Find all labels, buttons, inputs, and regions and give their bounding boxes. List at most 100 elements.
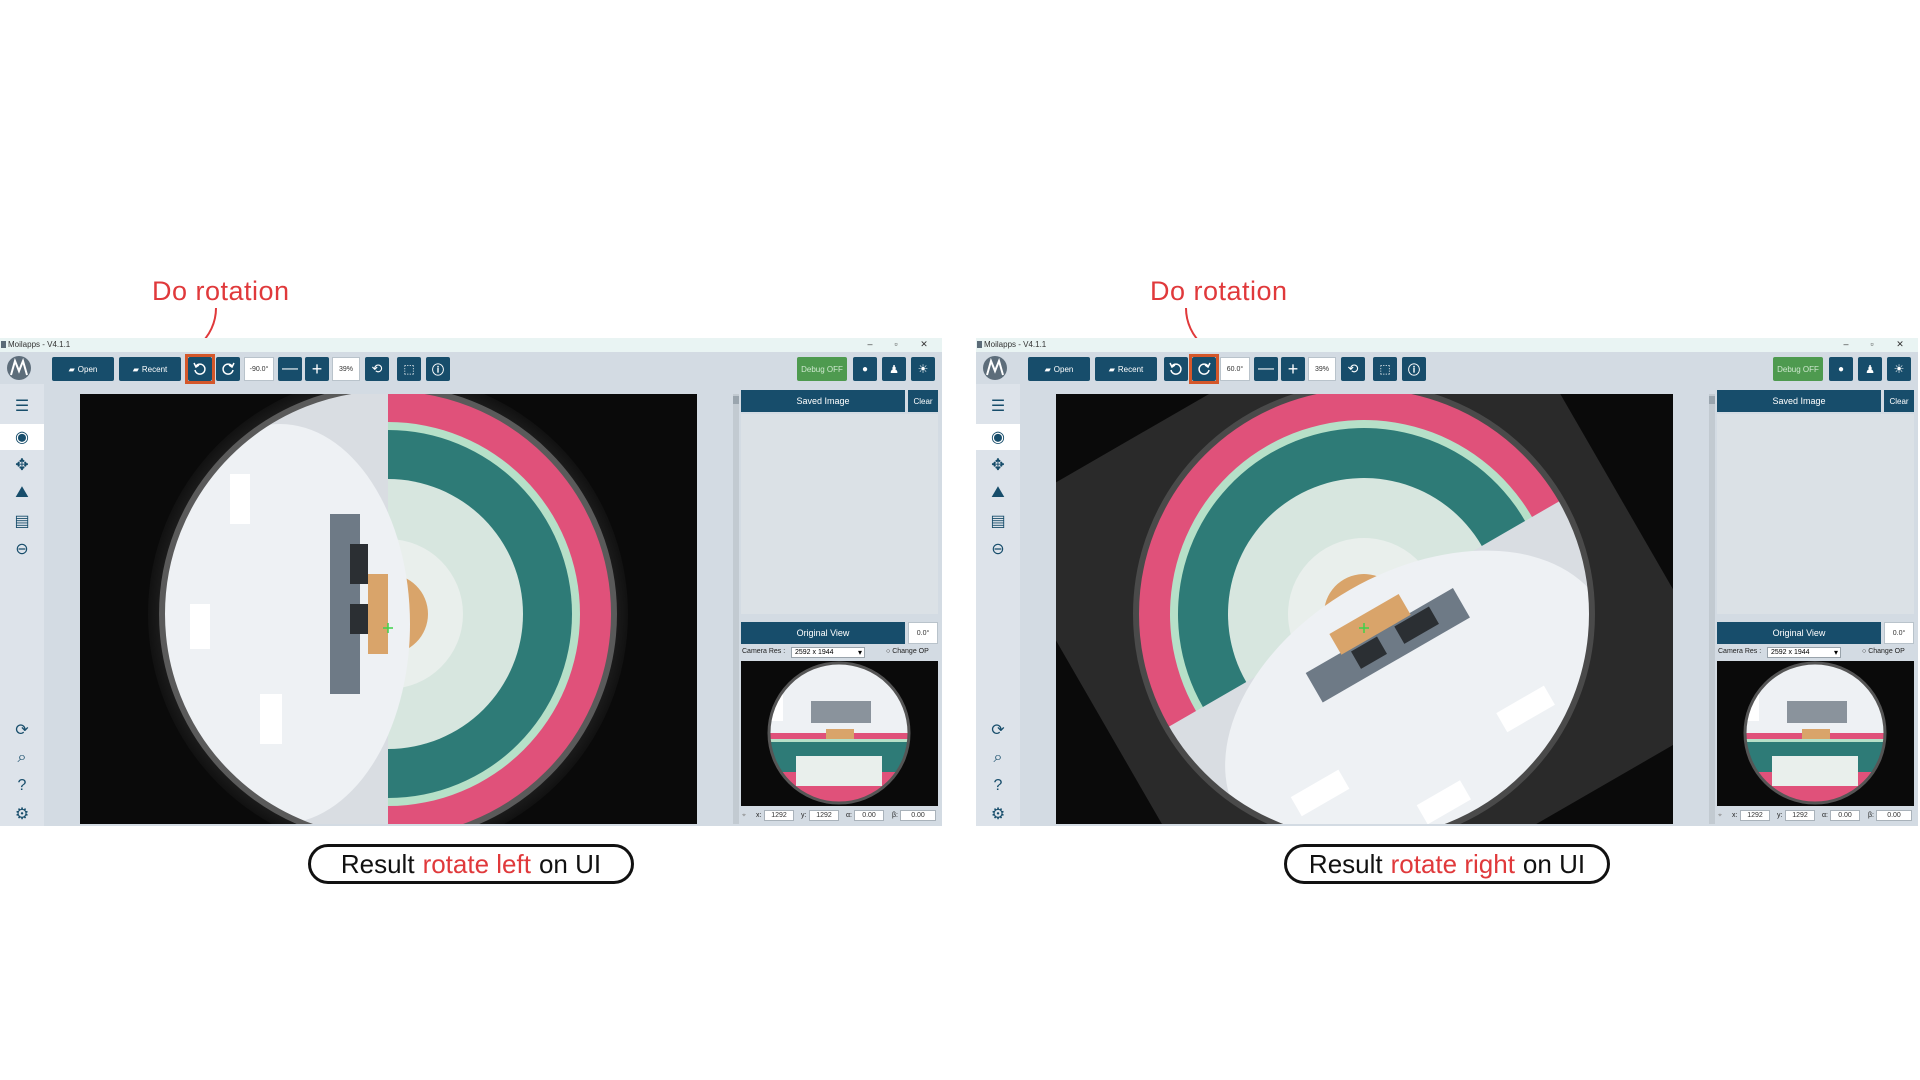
maximize-button[interactable]: ▫ xyxy=(1866,339,1878,349)
camera-res-label: Camera Res : xyxy=(1718,648,1762,655)
camera-res-value: 2592 x 1944 xyxy=(1771,649,1810,656)
reset-view-button[interactable]: ⟲ xyxy=(365,357,389,381)
zoom-value[interactable]: 39% xyxy=(332,357,360,381)
close-button[interactable]: ✕ xyxy=(918,339,930,350)
info-button[interactable]: ⓘ xyxy=(1402,357,1426,381)
zoom-in-button[interactable]: + xyxy=(305,357,329,381)
title-bar: Moilapps - V4.1.1 – ▫ ✕ xyxy=(0,338,942,352)
zoom-out-button[interactable]: — xyxy=(1254,357,1278,381)
recent-button[interactable]: ▰ Recent xyxy=(1095,357,1157,381)
chevron-down-icon: ▾ xyxy=(857,648,862,657)
scan-icon[interactable]: ✥ xyxy=(10,455,34,475)
main-viewer[interactable] xyxy=(80,394,697,824)
maximize-button[interactable]: ▫ xyxy=(890,339,902,349)
refresh-icon[interactable]: ⟳ xyxy=(10,720,34,740)
beta-input[interactable]: 0.00 xyxy=(900,810,936,821)
record-button[interactable]: ● xyxy=(1829,357,1853,381)
record-button[interactable]: ● xyxy=(853,357,877,381)
left-annotation-title: Do rotation xyxy=(152,276,290,306)
radio-icon: ○ xyxy=(1862,648,1867,655)
help-icon[interactable]: ? xyxy=(10,776,34,796)
recent-button[interactable]: ▰ Recent xyxy=(119,357,181,381)
y-input[interactable]: 1292 xyxy=(809,810,839,821)
clear-button[interactable]: Clear xyxy=(908,390,938,412)
open-label: Open xyxy=(77,364,98,374)
plugin-button[interactable]: ⬚ xyxy=(397,357,421,381)
saved-image-header: Saved Image xyxy=(1717,390,1881,412)
open-button[interactable]: ▰ Open xyxy=(52,357,114,381)
original-deg-value[interactable]: 0.0° xyxy=(908,622,938,644)
original-view-thumbnail[interactable] xyxy=(1717,661,1914,806)
original-fisheye-image xyxy=(741,661,938,806)
close-button[interactable]: ✕ xyxy=(1894,339,1906,350)
change-op-radio[interactable]: ○ Change OP xyxy=(886,648,929,655)
x-input[interactable]: 1292 xyxy=(764,810,794,821)
open-button[interactable]: ▰ Open xyxy=(1028,357,1090,381)
reset-view-button[interactable]: ⟲ xyxy=(1341,357,1365,381)
main-viewer[interactable] xyxy=(1056,394,1673,824)
document-icon[interactable]: ▤ xyxy=(10,511,34,531)
menu-icon[interactable]: ☰ xyxy=(10,396,34,416)
camera-icon[interactable]: ◉ xyxy=(986,427,1010,447)
alpha-input[interactable]: 0.00 xyxy=(1830,810,1860,821)
minus-circle-icon[interactable]: ⊖ xyxy=(986,539,1010,559)
camera-res-select[interactable]: 2592 x 1944 ▾ xyxy=(791,647,865,658)
document-icon[interactable]: ▤ xyxy=(986,511,1010,531)
zoom-value[interactable]: 39% xyxy=(1308,357,1336,381)
beta-label: β: xyxy=(1868,812,1874,819)
theme-button[interactable]: ☀ xyxy=(1887,357,1911,381)
minimize-button[interactable]: – xyxy=(864,339,876,349)
puzzle-icon: ⬚ xyxy=(1379,362,1391,376)
user-button[interactable]: ♟ xyxy=(882,357,906,381)
original-deg-value[interactable]: 0.0° xyxy=(1884,622,1914,644)
search-doc-icon[interactable]: ⌕ xyxy=(10,748,34,768)
plus-icon: + xyxy=(311,358,323,379)
gear-icon[interactable]: ⚙ xyxy=(10,804,34,824)
camera-res-select[interactable]: 2592 x 1944 ▾ xyxy=(1767,647,1841,658)
plugin-button[interactable]: ⬚ xyxy=(1373,357,1397,381)
rotate-left-button[interactable] xyxy=(1164,357,1188,381)
gear-icon[interactable]: ⚙ xyxy=(986,804,1010,824)
panorama-icon[interactable]: ⛰ xyxy=(986,483,1010,503)
zoom-out-button[interactable]: — xyxy=(278,357,302,381)
user-icon: ♟ xyxy=(1865,363,1875,376)
info-icon: ⓘ xyxy=(431,362,444,377)
original-view-thumbnail[interactable] xyxy=(741,661,938,806)
user-button[interactable]: ♟ xyxy=(1858,357,1882,381)
panorama-icon[interactable]: ⛰ xyxy=(10,483,34,503)
app-window-right: Moilapps - V4.1.1 – ▫ ✕ ▰ Open ▰ Recent xyxy=(976,338,1918,826)
minus-circle-icon[interactable]: ⊖ xyxy=(10,539,34,559)
refresh-icon[interactable]: ⟳ xyxy=(986,720,1010,740)
sun-icon: ☀ xyxy=(917,362,929,376)
change-op-radio[interactable]: ○ Change OP xyxy=(1862,648,1905,655)
vertical-scrollbar[interactable] xyxy=(733,394,739,824)
search-doc-icon[interactable]: ⌕ xyxy=(986,748,1010,768)
menu-icon[interactable]: ☰ xyxy=(986,396,1010,416)
x-label: x: xyxy=(1732,812,1738,819)
zoom-in-button[interactable]: + xyxy=(1281,357,1305,381)
y-input[interactable]: 1292 xyxy=(1785,810,1815,821)
rotation-value[interactable]: 60.0° xyxy=(1220,357,1250,381)
minus-icon: — xyxy=(282,360,298,377)
title-bar: Moilapps - V4.1.1 – ▫ ✕ xyxy=(976,338,1918,352)
info-button[interactable]: ⓘ xyxy=(426,357,450,381)
vertical-scrollbar[interactable] xyxy=(1709,394,1715,824)
debug-toggle[interactable]: Debug OFF xyxy=(1773,357,1823,381)
minimize-button[interactable]: – xyxy=(1840,339,1852,349)
x-input[interactable]: 1292 xyxy=(1740,810,1770,821)
result-prefix: Result xyxy=(340,848,415,879)
clear-button[interactable]: Clear xyxy=(1884,390,1914,412)
theme-button[interactable]: ☀ xyxy=(911,357,935,381)
scrollbar-thumb[interactable] xyxy=(1709,396,1715,404)
scrollbar-thumb[interactable] xyxy=(733,396,739,404)
rotate-right-button[interactable] xyxy=(216,357,240,381)
rotation-value[interactable]: -90.0° xyxy=(244,357,274,381)
help-icon[interactable]: ? xyxy=(986,776,1010,796)
sidebar: ☰ ◉ ✥ ⛰ ▤ ⊖ ⟳ ⌕ ? ⚙ xyxy=(0,384,44,826)
alpha-input[interactable]: 0.00 xyxy=(854,810,884,821)
cursor-icon: ⌖ xyxy=(1718,812,1722,819)
camera-icon[interactable]: ◉ xyxy=(10,427,34,447)
scan-icon[interactable]: ✥ xyxy=(986,455,1010,475)
beta-input[interactable]: 0.00 xyxy=(1876,810,1912,821)
debug-toggle[interactable]: Debug OFF xyxy=(797,357,847,381)
